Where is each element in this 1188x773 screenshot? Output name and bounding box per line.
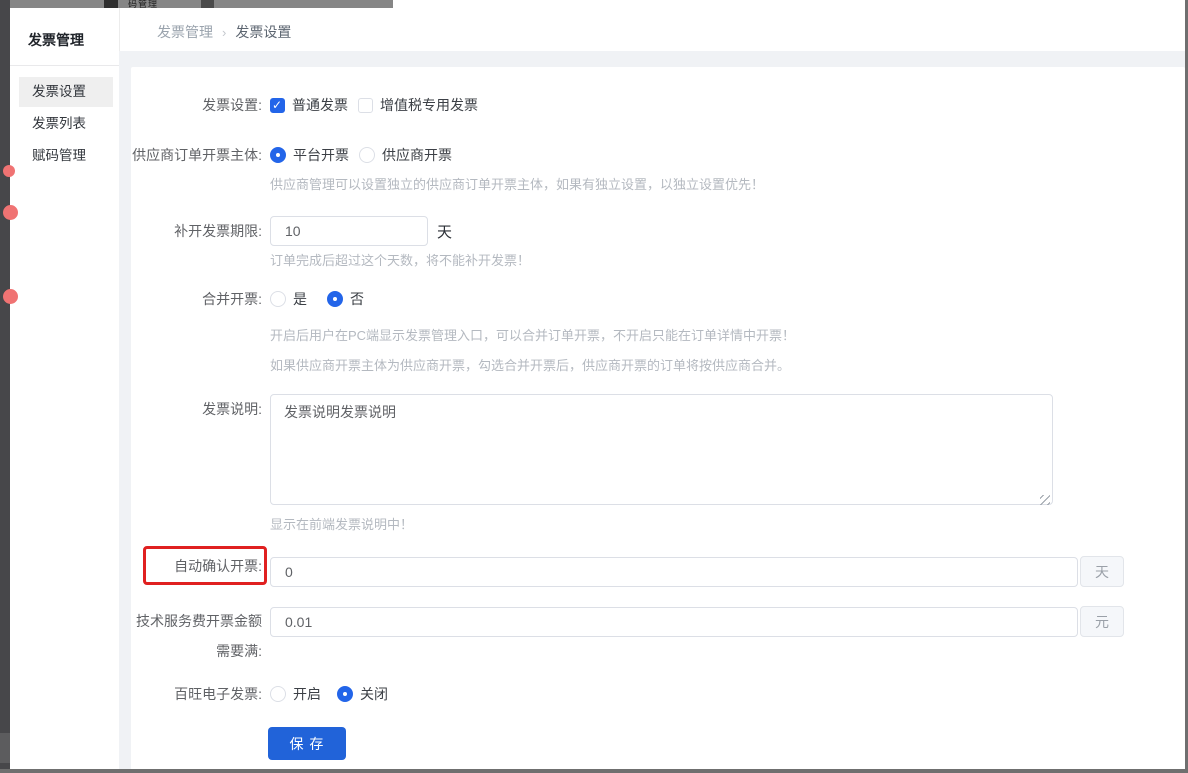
field-label-tech-fee: 技术服务费开票金额 需要满: — [131, 606, 262, 666]
field-label: 百旺电子发票: — [131, 685, 262, 703]
checkbox-general-invoice[interactable]: ✓ — [270, 98, 285, 113]
field-label: 补开发票期限: — [131, 222, 262, 240]
form-row-invoice-type: 发票设置: ✓ 普通发票 增值税专用发票 — [131, 96, 1185, 114]
radio-label-merge-no[interactable]: 否 — [350, 289, 364, 309]
helper-merge-invoice-2: 如果供应商开票主体为供应商开票，勾选合并开票后，供应商开票的订单将按供应商合并。 — [270, 357, 1185, 374]
unit-append-yuan: 元 — [1080, 606, 1124, 637]
field-label: 发票设置: — [131, 96, 262, 114]
checkbox-label-vat-special-invoice[interactable]: 增值税专用发票 — [380, 95, 478, 115]
field-label-line1: 技术服务费开票金额 — [131, 606, 262, 636]
notification-badge-dot — [3, 289, 18, 304]
form-row-invoice-note: 发票说明: 发票说明发票说明 — [131, 394, 1185, 508]
radio-dot-icon — [276, 153, 280, 157]
radio-baiwang-off[interactable] — [337, 686, 353, 702]
breadcrumb-item-invoice-settings: 发票设置 — [235, 24, 291, 40]
radio-supplier-invoicing[interactable] — [359, 147, 375, 163]
radio-platform-invoicing[interactable] — [270, 147, 286, 163]
unit-label-days: 天 — [437, 221, 452, 242]
radio-label-baiwang-off[interactable]: 关闭 — [360, 684, 388, 704]
unit-append-days: 天 — [1080, 556, 1124, 587]
breadcrumb-item-invoice-management[interactable]: 发票管理 — [157, 24, 213, 40]
helper-reissue-days: 订单完成后超过这个天数，将不能补开发票！ — [270, 252, 1185, 269]
field-label-line2: 需要满: — [131, 636, 262, 666]
form-row-tech-fee: 技术服务费开票金额 需要满: 元 — [131, 606, 1185, 656]
top-strip-dark-segment — [201, 0, 214, 8]
save-button[interactable]: 保 存 — [268, 727, 346, 760]
radio-label-supplier-invoicing[interactable]: 供应商开票 — [382, 145, 452, 165]
checkbox-label-general-invoice[interactable]: 普通发票 — [292, 95, 348, 115]
check-icon: ✓ — [272, 98, 282, 113]
screenshot-bottom-border — [0, 769, 1188, 773]
field-label: 合并开票: — [131, 290, 262, 308]
cropped-left-window-strip — [0, 0, 10, 773]
invoice-settings-form: 发票设置: ✓ 普通发票 增值税专用发票 供应商订单开票主体: 平台开票 供应商… — [131, 67, 1185, 760]
breadcrumb-separator-icon: › — [222, 25, 226, 40]
radio-label-merge-yes[interactable]: 是 — [293, 289, 307, 309]
radio-dot-icon — [343, 692, 347, 696]
radio-label-baiwang-on[interactable]: 开启 — [293, 684, 321, 704]
helper-merge-invoice-1: 开启后用户在PC端显示发票管理入口，可以合并订单开票，不开启只能在订单详情中开票… — [270, 327, 1185, 344]
radio-baiwang-on[interactable] — [270, 686, 286, 702]
radio-merge-yes[interactable] — [270, 291, 286, 307]
radio-label-platform-invoicing[interactable]: 平台开票 — [293, 145, 349, 165]
auto-confirm-days-input[interactable] — [270, 557, 1078, 587]
top-strip-text-fragment: 码管理 — [128, 0, 158, 8]
sidebar-item-invoice-list[interactable]: 发票列表 — [19, 109, 113, 139]
checkbox-vat-special-invoice[interactable] — [358, 98, 373, 113]
radio-merge-no[interactable] — [327, 291, 343, 307]
sidebar-item-code-management[interactable]: 赋码管理 — [19, 141, 113, 171]
content-panel: 发票设置: ✓ 普通发票 增值税专用发票 供应商订单开票主体: 平台开票 供应商… — [131, 67, 1185, 770]
sidebar-item-invoice-settings[interactable]: 发票设置 — [19, 77, 113, 107]
sidebar-menu: 发票设置 发票列表 赋码管理 — [10, 66, 119, 171]
field-label: 发票说明: — [131, 394, 262, 418]
invoice-note-textarea[interactable]: 发票说明发票说明 — [270, 394, 1053, 505]
field-label-auto-confirm: 自动确认开票: — [131, 546, 262, 575]
sidebar-title: 发票管理 — [10, 8, 119, 50]
top-strip-dark-segment — [104, 0, 118, 8]
notification-badge-dot — [3, 205, 18, 220]
breadcrumb: 发票管理 › 发票设置 — [120, 8, 1185, 42]
helper-supplier-subject: 供应商管理可以设置独立的供应商订单开票主体，如果有独立设置，以独立设置优先！ — [270, 176, 1185, 193]
field-label: 供应商订单开票主体: — [131, 146, 262, 164]
textarea-resize-grip-icon[interactable] — [1040, 495, 1050, 505]
form-row-reissue-days: 补开发票期限: 天 — [131, 216, 1185, 246]
radio-dot-icon — [333, 297, 337, 301]
form-row-merge-invoice: 合并开票: 是 否 — [131, 290, 1185, 308]
sidebar: 发票管理 发票设置 发票列表 赋码管理 — [10, 8, 119, 769]
form-row-auto-confirm: 自动确认开票: 天 — [131, 546, 1185, 586]
tech-fee-amount-input[interactable] — [270, 607, 1078, 637]
left-strip-light-segment — [0, 733, 10, 763]
form-row-supplier-subject: 供应商订单开票主体: 平台开票 供应商开票 — [131, 146, 1185, 164]
form-row-baiwang: 百旺电子发票: 开启 关闭 — [131, 685, 1185, 703]
helper-invoice-note: 显示在前端发票说明中！ — [270, 516, 1185, 533]
reissue-days-input[interactable] — [270, 216, 428, 246]
notification-badge-dot — [3, 165, 15, 177]
breadcrumb-bar: 发票管理 › 发票设置 — [119, 8, 1185, 51]
cropped-top-window-strip: 码管理 — [0, 0, 393, 8]
